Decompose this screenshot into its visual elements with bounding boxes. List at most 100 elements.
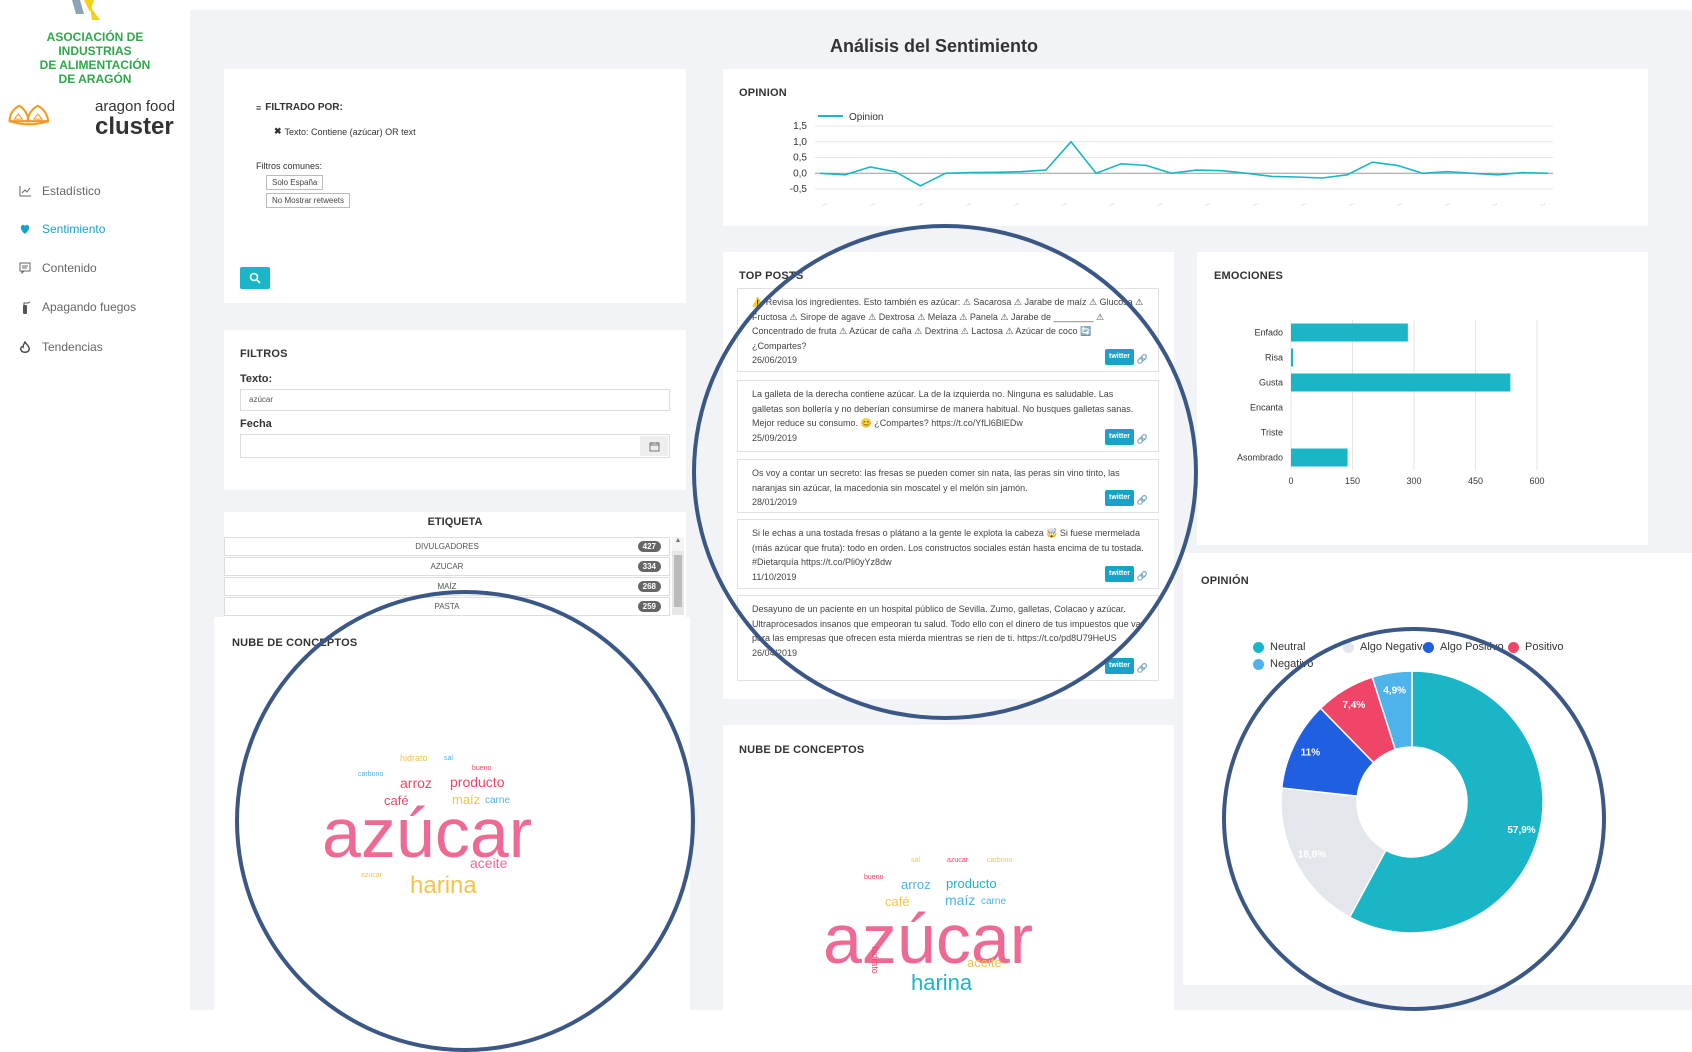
tag-row-pasta[interactable]: PASTA 259 (224, 597, 670, 616)
post-item[interactable]: Si le echas a una tostada fresas o pláta… (737, 519, 1159, 589)
cloud-word[interactable]: sal (911, 857, 920, 864)
cloud-word[interactable]: arroz (901, 877, 931, 892)
x-tick-mark: ... (1060, 199, 1068, 208)
tag-count-badge: 427 (637, 541, 661, 552)
twitter-badge[interactable]: twitter (1105, 489, 1134, 506)
cloud-word[interactable]: harina (410, 872, 477, 900)
x-tick-mark: ... (1012, 199, 1020, 208)
link-icon[interactable]: 🔗 (1137, 352, 1148, 367)
cloud-word[interactable]: carbono (358, 771, 383, 778)
chip-no-retweets[interactable]: No Mostrar retweets (266, 193, 351, 208)
y-tick-label: 1,0 (793, 137, 807, 148)
fecha-input[interactable] (240, 434, 670, 458)
slice-label: 4,9% (1383, 685, 1406, 696)
filter-icon: ≡ (256, 102, 262, 113)
bar-gusta (1291, 373, 1511, 392)
x-tick-mark: ... (821, 199, 829, 208)
tag-row-maiz[interactable]: MAÍZ 268 (224, 577, 670, 596)
nav-label: Apagando fuegos (42, 300, 137, 314)
nav-item-tendencias[interactable]: Tendencias (18, 337, 103, 357)
link-icon[interactable]: 🔗 (1137, 569, 1148, 584)
post-text: ⚠️ Revisa los ingredientes. Esto también… (752, 297, 1144, 351)
opinion-line-chart: Opinion 1,5 1,0 0,5 0,0 -0,5.................… (790, 112, 1553, 208)
x-tick-label: 150 (1345, 476, 1360, 486)
cloud-word[interactable]: hidrato (400, 753, 428, 763)
bar-risa (1291, 348, 1294, 367)
cloud-word[interactable]: aceite (470, 855, 507, 871)
heart-shield-icon (18, 222, 32, 236)
post-item[interactable]: Desayuno de un paciente en un hospital p… (737, 595, 1159, 681)
cloud-word[interactable]: hidrato (870, 946, 880, 974)
legend-label: Opinion (849, 112, 883, 123)
cluster-logo-icon (8, 104, 50, 126)
nav-label: Tendencias (42, 340, 103, 354)
cloud-word[interactable]: azucar (361, 872, 382, 879)
tag-count-badge: 334 (637, 561, 661, 572)
category-label: Risa (1265, 353, 1283, 363)
nav-item-sentimiento[interactable]: Sentimiento (18, 219, 105, 239)
search-button[interactable] (240, 267, 270, 289)
page-title: Análisis del Sentimiento (830, 36, 1039, 56)
twitter-badge[interactable]: twitter (1105, 428, 1134, 445)
tag-label: PASTA (434, 602, 460, 611)
chip-solo-espana[interactable]: Solo España (266, 175, 324, 190)
cloud-word[interactable]: bueno (472, 765, 491, 772)
cloud-word[interactable]: harina (911, 970, 972, 996)
cloud-word[interactable]: producto (450, 774, 504, 790)
post-item[interactable]: Os voy a contar un secreto: las fresas s… (737, 459, 1159, 513)
x-tick-mark: ... (1156, 199, 1164, 208)
twitter-badge[interactable]: twitter (1105, 565, 1134, 582)
filtered-by-label: FILTRADO POR: (265, 102, 343, 113)
cloud-word[interactable]: aceite (967, 955, 1002, 970)
x-tick-label: 600 (1529, 476, 1544, 486)
post-item[interactable]: La galleta de la derecha contiene azúcar… (737, 380, 1159, 452)
x-tick-mark: ... (964, 199, 972, 208)
link-icon[interactable]: 🔗 (1137, 493, 1148, 508)
cloud-word[interactable]: bueno (864, 874, 883, 881)
opinion-pie-card: OPINIÓN Neutral Algo Negativo Algo Positiv… (1183, 553, 1692, 985)
assoc-line-3: DE ARAGÓN (58, 72, 132, 86)
cloud-word[interactable]: arroz (400, 775, 432, 791)
slice-label: 18,8% (1298, 850, 1326, 861)
nav-label: Sentimiento (42, 222, 106, 236)
scroll-thumb[interactable] (674, 555, 682, 607)
comment-icon (18, 261, 32, 275)
cloud-word[interactable]: producto (946, 876, 997, 891)
post-item[interactable]: ⚠️ Revisa los ingredientes. Esto también… (737, 288, 1159, 372)
post-text: Os voy a contar un secreto: las fresas s… (752, 468, 1120, 493)
tag-row-azucar[interactable]: AZUCAR 334 (224, 557, 670, 576)
nube-left-card: NUBE DE CONCEPTOS hidrato sal bueno carbono… (214, 617, 690, 1015)
twitter-badge[interactable]: twitter (1105, 348, 1134, 365)
tag-label: MAÍZ (437, 582, 457, 591)
cloud-word[interactable]: azucar (947, 857, 968, 864)
nav-item-estadistico[interactable]: Estadístico (18, 181, 101, 201)
y-tick-label: 1,5 (793, 121, 807, 132)
nube-left-title: NUBE DE CONCEPTOS (232, 637, 358, 649)
twitter-badge[interactable]: twitter (1105, 657, 1134, 674)
cloud-word[interactable]: carbono (987, 857, 1012, 864)
link-icon[interactable]: 🔗 (1137, 661, 1148, 676)
opinion-donut-chart: 57,9% 18,8% 11% 7,4% 4,9% (1280, 670, 1544, 934)
texto-input[interactable]: azúcar (240, 389, 670, 411)
sidebar: ASOCIACIÓN DE INDUSTRIAS DE ALIMENTACIÓN… (0, 0, 190, 1041)
nav-item-apagando-fuegos[interactable]: Apagando fuegos (18, 297, 136, 317)
active-filter-text: Texto: Contiene (azúcar) OR text (284, 126, 416, 137)
tag-row-divulgadores[interactable]: DIVULGADORES 427 (224, 537, 670, 556)
link-icon[interactable]: 🔗 (1137, 432, 1148, 447)
x-tick-mark: ... (1443, 199, 1451, 208)
extinguisher-icon (18, 300, 32, 314)
x-tick-mark: ... (1395, 199, 1403, 208)
tag-scrollbar[interactable]: ▲ (672, 537, 684, 615)
remove-filter-icon[interactable]: ✖ (274, 126, 282, 137)
filtros-card: FILTROS Texto: azúcar Fecha (224, 330, 686, 490)
post-date: 28/01/2019 (752, 497, 798, 507)
post-date: 25/09/2019 (752, 432, 798, 443)
top-posts-title: TOP POSTS (739, 270, 804, 282)
emociones-card: EMOCIONES 0 150 300 450 600 Enfado Risa Gusta En… (1197, 252, 1648, 545)
cloud-word[interactable]: sal (444, 755, 453, 762)
category-label: Enfado (1254, 328, 1283, 338)
calendar-button[interactable] (640, 436, 668, 456)
common-filters-label: Filtros comunes: (256, 161, 323, 171)
scroll-up-icon[interactable]: ▲ (672, 537, 684, 551)
nav-item-contenido[interactable]: Contenido (18, 258, 97, 278)
